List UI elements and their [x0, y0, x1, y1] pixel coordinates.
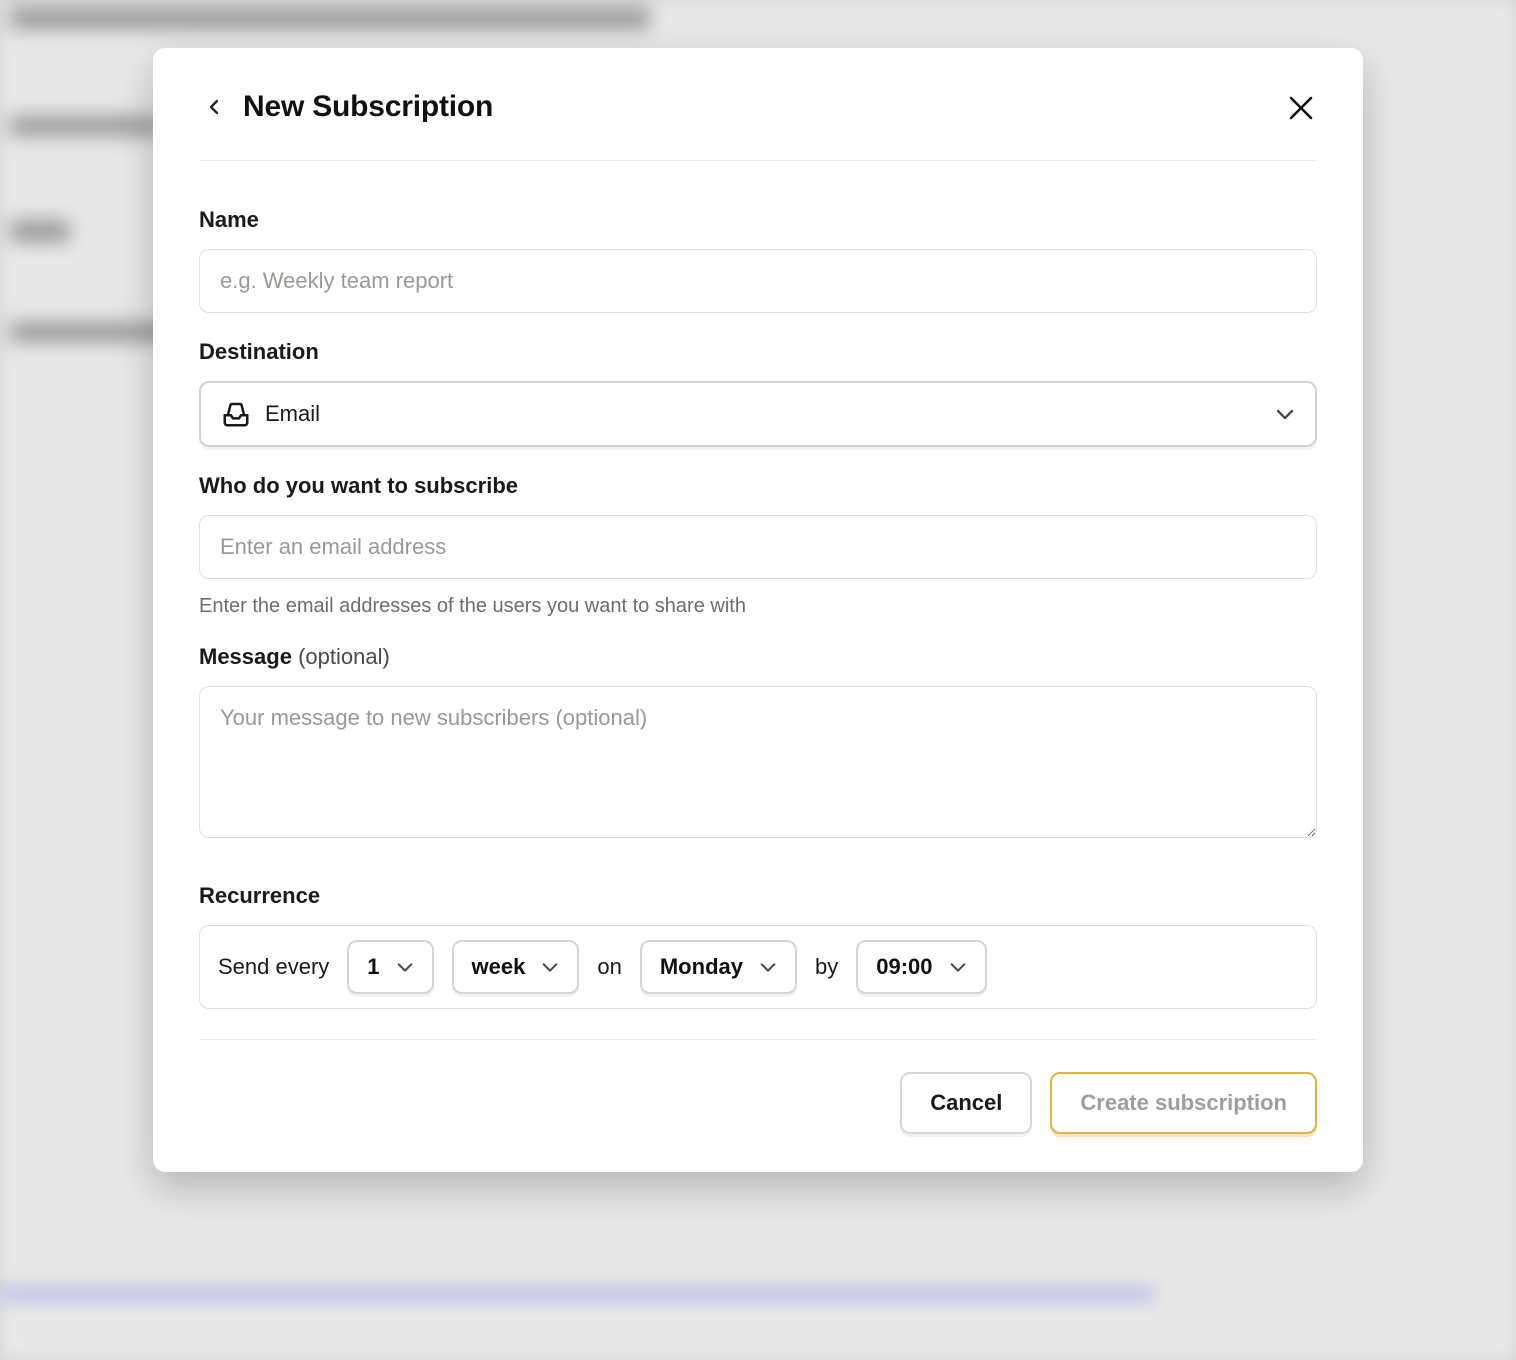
day-value: Monday — [660, 954, 743, 980]
by-text: by — [815, 954, 838, 980]
destination-value: Email — [265, 401, 1275, 427]
create-subscription-button[interactable]: Create subscription — [1050, 1072, 1317, 1134]
subscribe-help-text: Enter the email addresses of the users y… — [199, 595, 1317, 618]
recurrence-field: Recurrence Send every 1 week on Monday b… — [199, 883, 1317, 1009]
interval-select[interactable]: 1 — [347, 940, 433, 994]
day-select[interactable]: Monday — [640, 940, 797, 994]
chevron-down-icon — [541, 961, 559, 973]
modal-header: New Subscription — [199, 90, 1317, 161]
modal-footer: Cancel Create subscription — [199, 1039, 1317, 1134]
time-select[interactable]: 09:00 — [856, 940, 986, 994]
close-button[interactable] — [1285, 92, 1317, 124]
destination-field: Destination Email — [199, 339, 1317, 447]
close-icon — [1288, 95, 1314, 121]
unit-value: week — [472, 954, 526, 980]
chevron-down-icon — [949, 961, 967, 973]
new-subscription-modal: New Subscription Name Destination — [153, 48, 1363, 1172]
on-text: on — [597, 954, 621, 980]
cancel-button[interactable]: Cancel — [900, 1072, 1032, 1134]
modal-overlay: New Subscription Name Destination — [0, 0, 1516, 1360]
unit-select[interactable]: week — [452, 940, 580, 994]
message-field: Message (optional) — [199, 644, 1317, 843]
chevron-down-icon — [1275, 407, 1295, 421]
message-optional: (optional) — [298, 644, 390, 669]
destination-select[interactable]: Email — [199, 381, 1317, 447]
time-value: 09:00 — [876, 954, 932, 980]
back-button[interactable] — [199, 92, 229, 122]
chevron-down-icon — [759, 961, 777, 973]
message-label-text: Message — [199, 644, 292, 669]
name-field: Name — [199, 207, 1317, 313]
recurrence-row: Send every 1 week on Monday by 09:00 — [199, 925, 1317, 1009]
name-input[interactable] — [199, 249, 1317, 313]
subscribe-label: Who do you want to subscribe — [199, 473, 1317, 499]
chevron-down-icon — [396, 961, 414, 973]
send-every-text: Send every — [218, 954, 329, 980]
recurrence-label: Recurrence — [199, 883, 1317, 909]
inbox-icon — [221, 399, 251, 429]
subscribe-field: Who do you want to subscribe Enter the e… — [199, 473, 1317, 618]
name-label: Name — [199, 207, 1317, 233]
message-label: Message (optional) — [199, 644, 1317, 670]
destination-label: Destination — [199, 339, 1317, 365]
interval-value: 1 — [367, 954, 379, 980]
subscribe-email-input[interactable] — [199, 515, 1317, 579]
chevron-left-icon — [209, 99, 219, 115]
modal-title: New Subscription — [243, 90, 493, 124]
message-textarea[interactable] — [199, 686, 1317, 838]
